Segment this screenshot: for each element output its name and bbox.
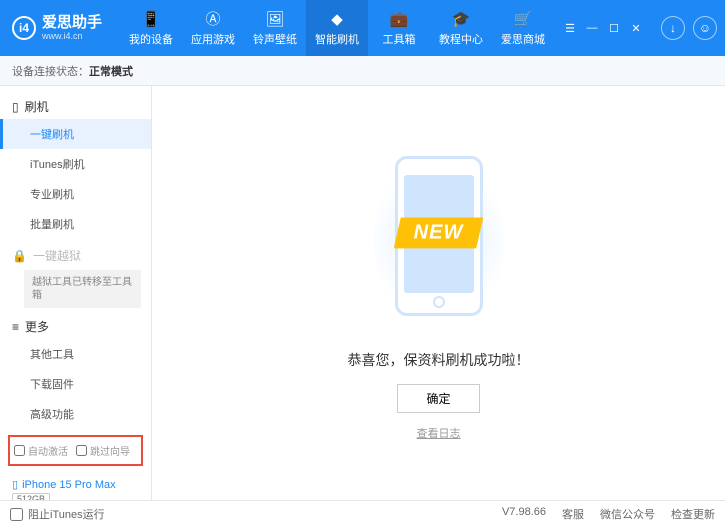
sidebar: ▯刷机 一键刷机 iTunes刷机 专业刷机 批量刷机 🔒一键越狱 越狱工具已转… xyxy=(0,86,152,500)
device-icon: 📱 xyxy=(142,10,160,28)
main-content: NEW 恭喜您，保资料刷机成功啦！ 确定 查看日志 xyxy=(152,86,725,500)
flash-icon: ◆ xyxy=(328,10,346,28)
nav-toolbox[interactable]: 💼工具箱 xyxy=(368,0,430,56)
logo-icon: i4 xyxy=(12,16,36,40)
nav-tutorials[interactable]: 🎓教程中心 xyxy=(430,0,492,56)
sidebar-item-oneclick-flash[interactable]: 一键刷机 xyxy=(0,119,151,149)
auto-activate-checkbox[interactable]: 自动激活 xyxy=(14,443,68,458)
book-icon: 🎓 xyxy=(452,10,470,28)
success-illustration: NEW xyxy=(374,146,504,336)
app-header: i4 爱思助手 www.i4.cn 📱我的设备 Ⓐ应用游戏 🖼铃声壁纸 ◆智能刷… xyxy=(0,0,725,56)
list-icon: ≡ xyxy=(12,320,19,334)
app-title: 爱思助手 xyxy=(42,15,102,32)
nav-ringtone-wallpaper[interactable]: 🖼铃声壁纸 xyxy=(244,0,306,56)
nav-apps-games[interactable]: Ⓐ应用游戏 xyxy=(182,0,244,56)
footer-link-support[interactable]: 客服 xyxy=(562,506,584,522)
main-nav: 📱我的设备 Ⓐ应用游戏 🖼铃声壁纸 ◆智能刷机 💼工具箱 🎓教程中心 🛒爱思商城 xyxy=(120,0,554,56)
sidebar-group-more[interactable]: ≡更多 xyxy=(0,310,151,339)
footer-link-update[interactable]: 检查更新 xyxy=(671,506,715,522)
maximize-icon[interactable]: ☐ xyxy=(605,19,623,37)
nav-smart-flash[interactable]: ◆智能刷机 xyxy=(306,0,368,56)
header-right: ☰ — ☐ ✕ ↓ ☺ xyxy=(561,16,717,40)
sidebar-item-itunes-flash[interactable]: iTunes刷机 xyxy=(0,149,151,179)
footer: 阻止iTunes运行 V7.98.66 客服 微信公众号 检查更新 xyxy=(0,500,725,527)
sidebar-item-other-tools[interactable]: 其他工具 xyxy=(0,339,151,369)
app-subtitle: www.i4.cn xyxy=(42,31,102,41)
sidebar-item-download-firmware[interactable]: 下载固件 xyxy=(0,369,151,399)
nav-store[interactable]: 🛒爱思商城 xyxy=(492,0,554,56)
success-message: 恭喜您，保资料刷机成功啦！ xyxy=(348,350,530,370)
user-button[interactable]: ☺ xyxy=(693,16,717,40)
version-label: V7.98.66 xyxy=(502,506,546,522)
status-bar: 设备连接状态： 正常模式 xyxy=(0,56,725,86)
status-label: 设备连接状态： xyxy=(12,63,89,79)
close-icon[interactable]: ✕ xyxy=(627,19,645,37)
phone-icon: ▯ xyxy=(12,100,19,114)
device-storage: 512GB xyxy=(12,493,50,500)
sidebar-group-jailbreak: 🔒一键越狱 xyxy=(0,239,151,268)
device-name: ▯iPhone 15 Pro Max xyxy=(12,478,139,491)
image-icon: 🖼 xyxy=(266,10,284,28)
sidebar-options-highlight: 自动激活 跳过向导 xyxy=(8,435,143,466)
sidebar-jailbreak-note: 越狱工具已转移至工具箱 xyxy=(24,270,141,308)
sidebar-group-flash[interactable]: ▯刷机 xyxy=(0,90,151,119)
menu-icon[interactable]: ☰ xyxy=(561,19,579,37)
block-itunes-checkbox[interactable]: 阻止iTunes运行 xyxy=(10,506,105,522)
app-logo: i4 爱思助手 www.i4.cn xyxy=(12,15,102,42)
footer-link-wechat[interactable]: 微信公众号 xyxy=(600,506,655,522)
nav-my-device[interactable]: 📱我的设备 xyxy=(120,0,182,56)
skip-guide-checkbox[interactable]: 跳过向导 xyxy=(76,443,130,458)
lock-icon: 🔒 xyxy=(12,249,27,263)
sidebar-item-batch-flash[interactable]: 批量刷机 xyxy=(0,209,151,239)
toolbox-icon: 💼 xyxy=(390,10,408,28)
minimize-icon[interactable]: — xyxy=(583,19,601,37)
status-value: 正常模式 xyxy=(89,63,133,79)
window-controls: ☰ — ☐ ✕ xyxy=(561,19,645,37)
sidebar-item-advanced[interactable]: 高级功能 xyxy=(0,399,151,429)
download-button[interactable]: ↓ xyxy=(661,16,685,40)
cart-icon: 🛒 xyxy=(514,10,532,28)
new-banner: NEW xyxy=(394,217,484,248)
phone-small-icon: ▯ xyxy=(12,478,18,491)
sidebar-item-pro-flash[interactable]: 专业刷机 xyxy=(0,179,151,209)
device-info[interactable]: ▯iPhone 15 Pro Max 512GB iPhone xyxy=(0,472,151,500)
apps-icon: Ⓐ xyxy=(204,10,222,28)
ok-button[interactable]: 确定 xyxy=(397,384,479,413)
view-log-link[interactable]: 查看日志 xyxy=(417,425,461,441)
